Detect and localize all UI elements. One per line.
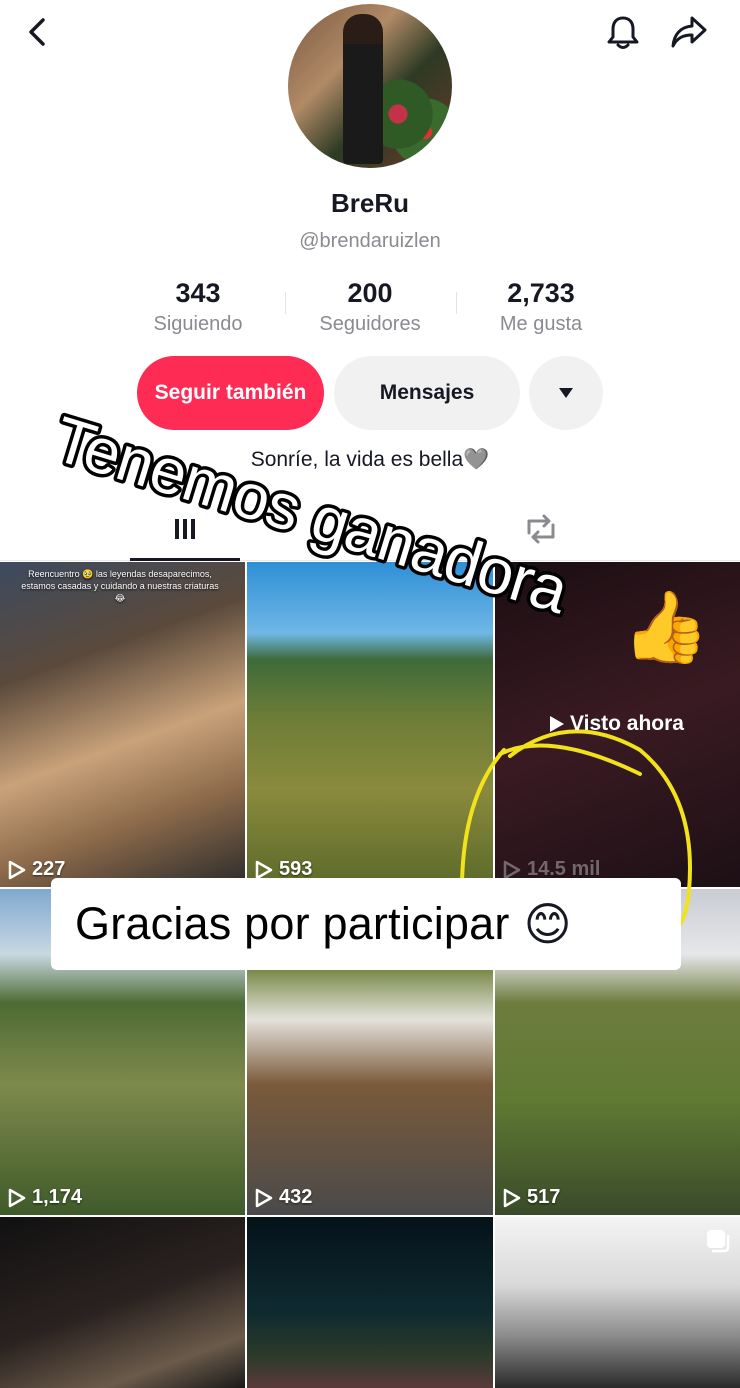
seen-indicator: Visto ahora: [548, 712, 684, 736]
view-count: 517: [503, 1186, 560, 1209]
play-icon: [8, 1188, 26, 1207]
view-count-text: 1,174: [32, 1186, 83, 1208]
view-count-text: 432: [279, 1186, 313, 1208]
likes-label: Me gusta: [499, 313, 583, 335]
play-icon: [8, 860, 26, 879]
video-thumbnail[interactable]: [247, 1217, 493, 1388]
thumbs-up-emoji: 👍: [622, 588, 710, 666]
play-icon: [503, 1188, 521, 1207]
followers-label: Seguidores: [319, 313, 421, 335]
share-arrow-icon: [671, 16, 707, 48]
play-icon: [550, 716, 564, 732]
likes-count: 2,733: [507, 278, 575, 308]
stat-divider: [456, 292, 457, 314]
overlay-title-text: Tenemos ganadora: [46, 403, 577, 628]
seen-text: Visto ahora: [570, 712, 684, 735]
caret-down-icon: [559, 388, 573, 398]
video-thumbnail[interactable]: [495, 1217, 740, 1388]
following-count: 343: [175, 278, 221, 308]
followers-count: 200: [347, 278, 393, 308]
smile-emoji: 😊: [523, 898, 572, 950]
overlay-banner: Gracias por participar 😊: [51, 878, 681, 970]
notification-button[interactable]: [603, 12, 643, 52]
view-count-text: 517: [527, 1186, 561, 1208]
stat-likes[interactable]: 2,733 Me gusta: [461, 278, 621, 336]
share-button[interactable]: [669, 12, 709, 52]
bell-icon: [607, 16, 639, 49]
carousel-icon: [707, 1230, 730, 1253]
play-icon: [255, 1188, 273, 1207]
play-icon: [255, 860, 273, 879]
stat-following[interactable]: 343 Siguiendo: [118, 278, 278, 336]
back-button[interactable]: [18, 12, 58, 52]
stat-divider: [285, 292, 286, 314]
profile-name: BreRu: [330, 188, 409, 218]
following-label: Siguiendo: [153, 313, 243, 335]
video-thumbnail[interactable]: [0, 1217, 245, 1388]
avatar[interactable]: [288, 4, 452, 168]
stat-followers[interactable]: 200 Seguidores: [290, 278, 450, 336]
view-count: 1,174: [8, 1186, 82, 1209]
banner-text: Gracias por participar: [75, 898, 510, 949]
view-count: 432: [255, 1186, 312, 1209]
chevron-left-icon: [29, 18, 45, 46]
profile-handle: @brendaruizlen: [299, 230, 441, 252]
